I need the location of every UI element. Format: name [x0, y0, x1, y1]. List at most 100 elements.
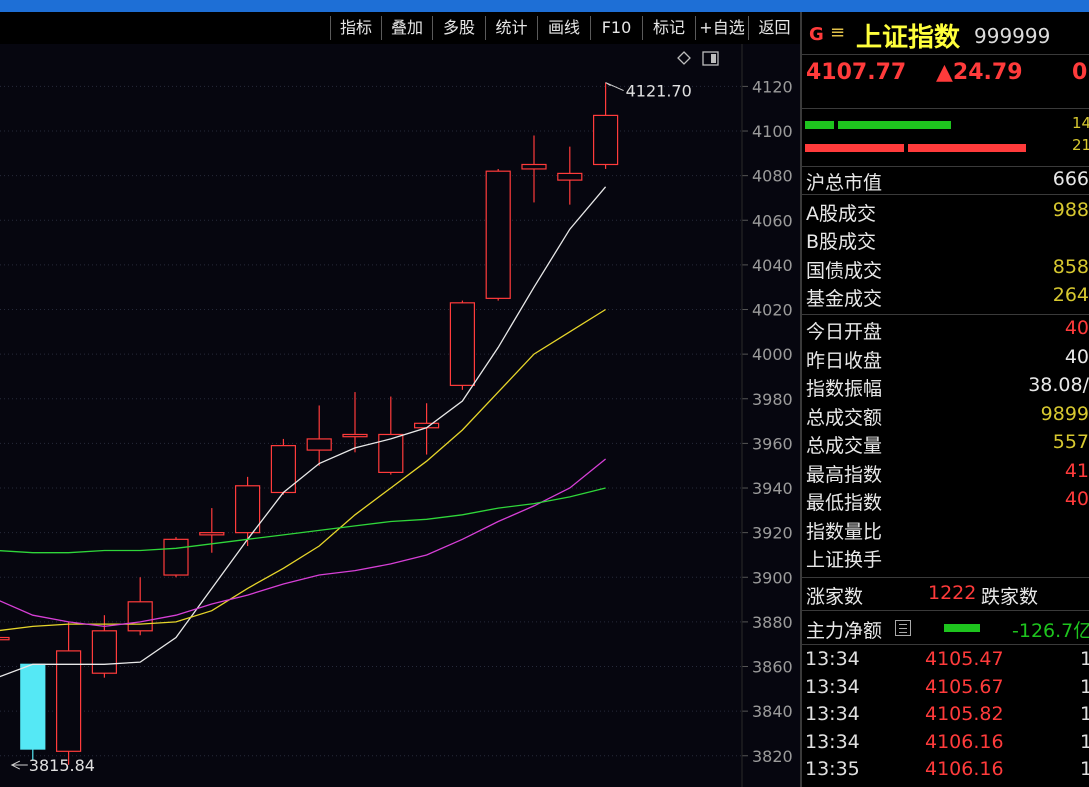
tick-time: 13:34	[805, 730, 860, 753]
tick-row: 13:34 4105.67 1	[805, 676, 1089, 703]
add-watchlist-button[interactable]: +自选	[695, 16, 748, 40]
y-tick-label: 3960	[752, 434, 793, 453]
stat-value: 666	[1052, 168, 1089, 190]
y-tick-label: 4020	[752, 301, 793, 320]
stat-row: B股成交	[806, 227, 1089, 255]
stat-value: 858	[1052, 256, 1089, 278]
window-layout-icon[interactable]	[702, 51, 719, 66]
y-tick-label: 4060	[752, 211, 793, 230]
tick-volume: 1	[1080, 648, 1089, 670]
ma20-line	[0, 458, 607, 628]
stat-label: 沪总市值	[806, 172, 883, 194]
candle-body	[91, 630, 118, 674]
divider	[802, 314, 1089, 315]
candle	[163, 537, 189, 578]
mainforce-row: 主力净额 -126.7亿	[806, 616, 1089, 644]
candle-body	[163, 538, 189, 576]
stat-row: 最低指数 40	[806, 488, 1089, 516]
divider	[802, 610, 1089, 611]
y-tick-label: 3820	[752, 747, 793, 766]
low-label: 3815.84	[29, 756, 95, 775]
tick-row: 13:34 4105.82 1	[805, 703, 1089, 730]
stat-row: 上证换手	[806, 545, 1089, 573]
stat-row: 国债成交 858	[806, 256, 1089, 284]
candle-body	[235, 485, 261, 534]
tick-time: 13:34	[805, 703, 860, 725]
price-change: ▲24.79	[936, 60, 1023, 85]
tick-price: 4106.16	[925, 730, 1004, 753]
back-button[interactable]: 返回	[748, 16, 800, 40]
stat-label: 指数量比	[806, 521, 883, 543]
candle-body	[55, 650, 82, 752]
stat-value: 557	[1052, 431, 1089, 453]
up-volume-count: 21	[1072, 136, 1089, 154]
chart-toolbar: 指标 叠加 多股 统计 画线 F10 标记 +自选 返回	[0, 12, 800, 44]
candle	[592, 82, 619, 169]
stat-value: 264	[1052, 284, 1089, 306]
candle	[199, 508, 225, 553]
stat-label: 国债成交	[806, 260, 883, 282]
list-icon[interactable]	[895, 620, 911, 636]
candle-body	[557, 172, 583, 181]
ma10-line	[0, 308, 606, 632]
title-code-badge: G	[809, 24, 824, 45]
candle-body	[592, 114, 619, 166]
quote-panel: G ≡ 上证指数 999999 4107.77 ▲24.79 0 14 21 沪…	[802, 12, 1089, 787]
mark-button[interactable]: 标记	[642, 16, 695, 40]
candle-body	[127, 601, 153, 632]
candle	[127, 577, 153, 636]
y-tick-label: 3940	[752, 479, 793, 498]
divider	[802, 577, 1089, 578]
tick-row: 13:35 4106.16 1	[805, 758, 1089, 785]
stat-label: 基金成交	[806, 288, 883, 310]
y-tick-label: 4080	[752, 167, 793, 186]
index-name: 上证指数	[856, 23, 961, 53]
candle-body	[449, 302, 475, 386]
stat-label: 最高指数	[806, 464, 883, 486]
indicator-button[interactable]: 指标	[330, 16, 381, 40]
divider	[802, 644, 1089, 645]
window-title-bar	[0, 0, 1089, 12]
tick-price: 4105.82	[925, 703, 1004, 725]
y-tick-label: 3920	[752, 524, 793, 543]
draw-line-button[interactable]: 画线	[537, 16, 590, 40]
candle-body	[306, 438, 332, 451]
overlay-button[interactable]: 叠加	[381, 16, 432, 40]
stat-label: 最低指数	[806, 492, 883, 514]
divider	[802, 166, 1089, 167]
change-percent: 0	[1072, 60, 1088, 85]
stat-row: 指数量比	[806, 517, 1089, 545]
tick-time: 13:34	[805, 648, 860, 670]
candle-body	[199, 532, 225, 536]
high-label: 4121.70	[626, 82, 692, 101]
candle	[521, 135, 547, 203]
y-tick-label: 4120	[752, 77, 793, 96]
tick-time: 13:35	[805, 758, 860, 780]
y-tick-label: 3900	[752, 568, 793, 587]
candle	[485, 168, 511, 301]
up-count-label: 涨家数	[806, 586, 864, 608]
stat-label: A股成交	[806, 203, 876, 225]
index-title: G ≡ 上证指数 999999	[802, 12, 1089, 54]
divider	[802, 194, 1089, 195]
tick-time: 13:34	[805, 675, 860, 698]
stat-label: B股成交	[806, 231, 877, 253]
stat-row: 昨日收盘 40	[806, 346, 1089, 374]
diamond-icon[interactable]	[677, 51, 691, 65]
candle	[449, 300, 475, 390]
mainforce-bar	[944, 624, 980, 632]
statistics-button[interactable]: 统计	[485, 16, 537, 40]
candle	[378, 396, 404, 475]
f10-button[interactable]: F10	[590, 16, 642, 40]
stat-value: 41	[1064, 460, 1089, 482]
y-tick-label: 4040	[752, 256, 793, 275]
stat-value: 9899	[1040, 403, 1089, 425]
multi-stock-button[interactable]: 多股	[432, 16, 485, 40]
candlestick-chart[interactable]: 3820 3840 3860 3880 3900 3920 3940 3960 3980 4000…	[0, 44, 800, 787]
stat-value: 38.08/	[1028, 374, 1089, 396]
candle-body	[378, 433, 404, 473]
menu-icon[interactable]: ≡	[830, 22, 845, 43]
stat-value: 40	[1064, 346, 1089, 368]
tick-volume: 1	[1080, 703, 1089, 725]
up-count-value: 1222	[928, 582, 977, 604]
